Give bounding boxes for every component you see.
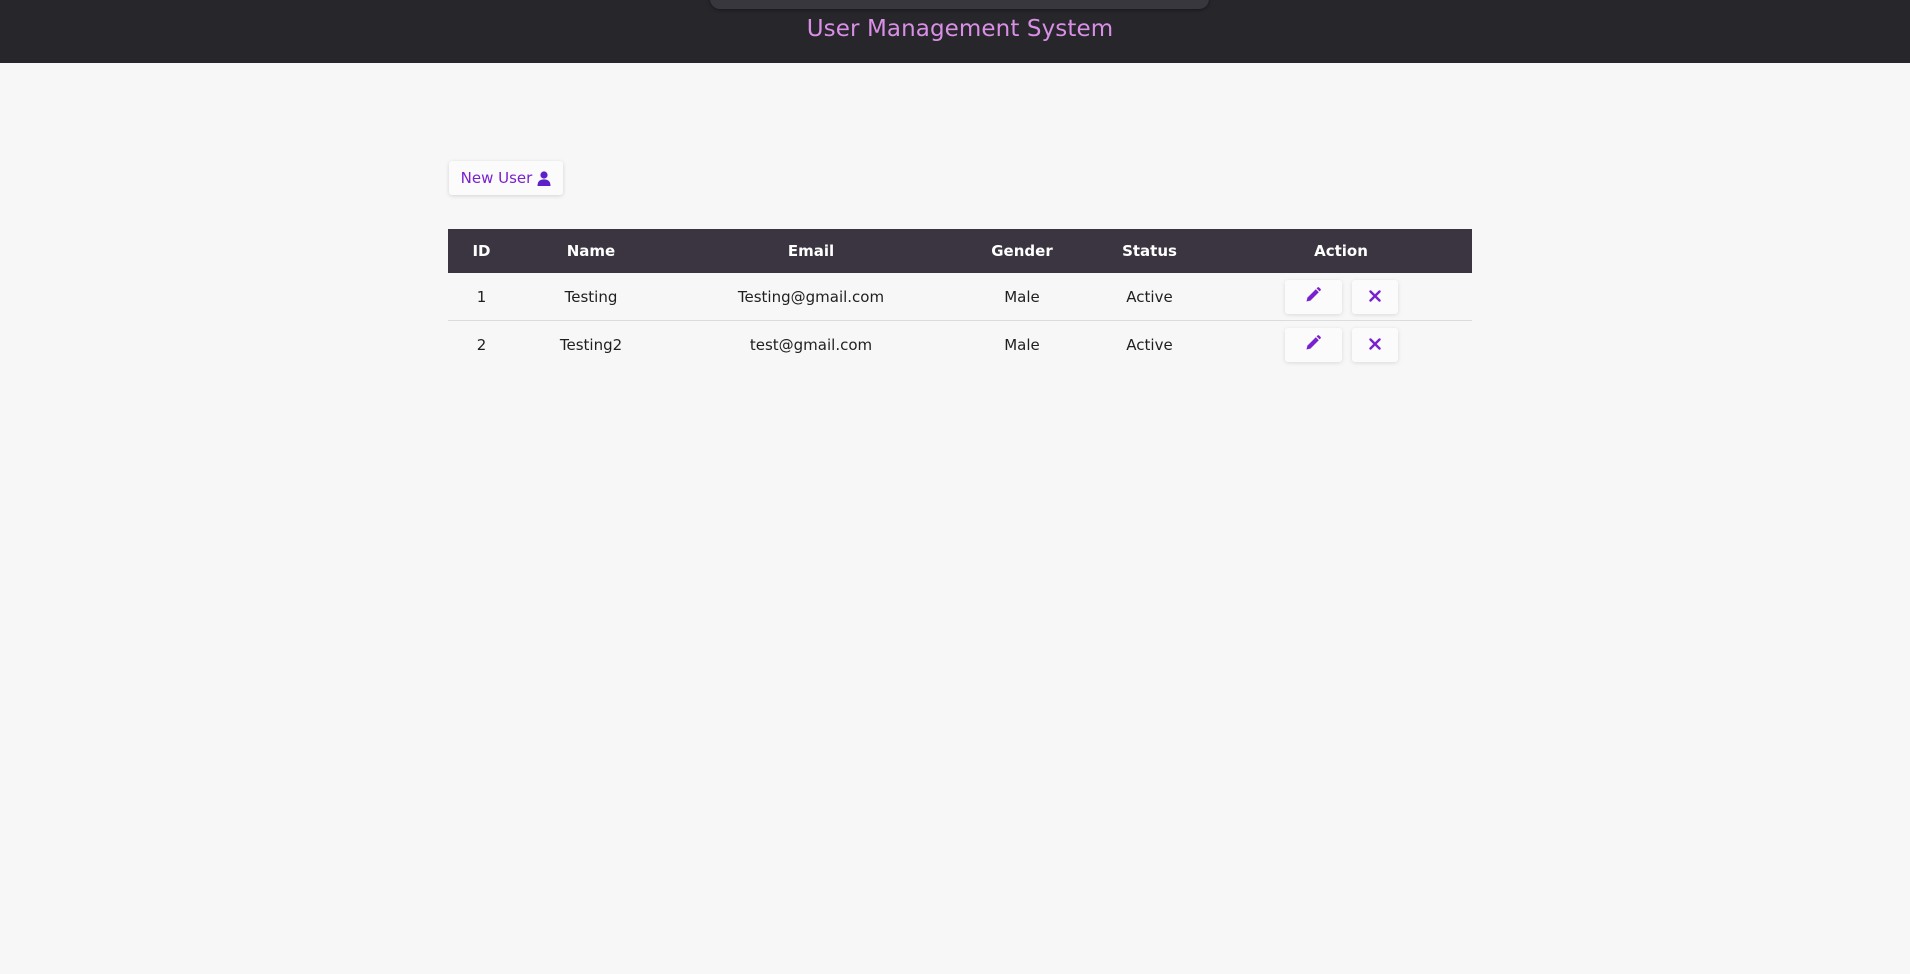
cell-status: Active <box>1126 335 1173 354</box>
new-user-label: New User <box>460 169 533 187</box>
top-pill-bar <box>710 0 1209 9</box>
column-header-id: ID <box>472 242 491 260</box>
user-icon <box>537 170 551 186</box>
table-header-row: ID Name Email Gender Status Action <box>448 229 1472 273</box>
new-user-button[interactable]: New User <box>449 161 563 195</box>
column-header-email: Email <box>787 242 835 260</box>
table-row: 2 Testing2 test@gmail.com Male Active <box>448 321 1472 369</box>
cell-email: test@gmail.com <box>749 335 873 354</box>
delete-button[interactable] <box>1351 279 1398 314</box>
cell-id: 1 <box>448 273 515 321</box>
delete-button[interactable] <box>1351 327 1398 362</box>
edit-button[interactable] <box>1284 279 1342 314</box>
edit-button[interactable] <box>1284 327 1342 362</box>
close-icon <box>1368 336 1381 354</box>
column-header-gender: Gender <box>991 242 1053 260</box>
cell-name: Testing <box>515 273 667 321</box>
cell-gender: Male <box>1004 335 1040 354</box>
column-header-status: Status <box>1122 242 1177 260</box>
cell-action <box>1210 273 1472 321</box>
users-table: ID Name Email Gender Status Action 1 Tes… <box>448 229 1472 368</box>
column-header-action: Action <box>1314 242 1368 260</box>
cell-gender: Male <box>955 273 1089 321</box>
cell-status: Active <box>1089 273 1210 321</box>
cell-name: Testing2 <box>559 335 623 354</box>
close-icon <box>1368 288 1381 306</box>
table-row: 1 Testing Testing@gmail.com Male Active <box>448 273 1472 321</box>
pencil-icon <box>1305 286 1321 307</box>
app-header: User Management System <box>0 0 1910 63</box>
page-title: User Management System <box>806 16 1114 42</box>
cell-email: Testing@gmail.com <box>667 273 955 321</box>
cell-id: 2 <box>476 335 487 354</box>
pencil-icon <box>1305 334 1321 355</box>
cell-action <box>1210 321 1472 369</box>
column-header-name: Name <box>566 242 616 260</box>
